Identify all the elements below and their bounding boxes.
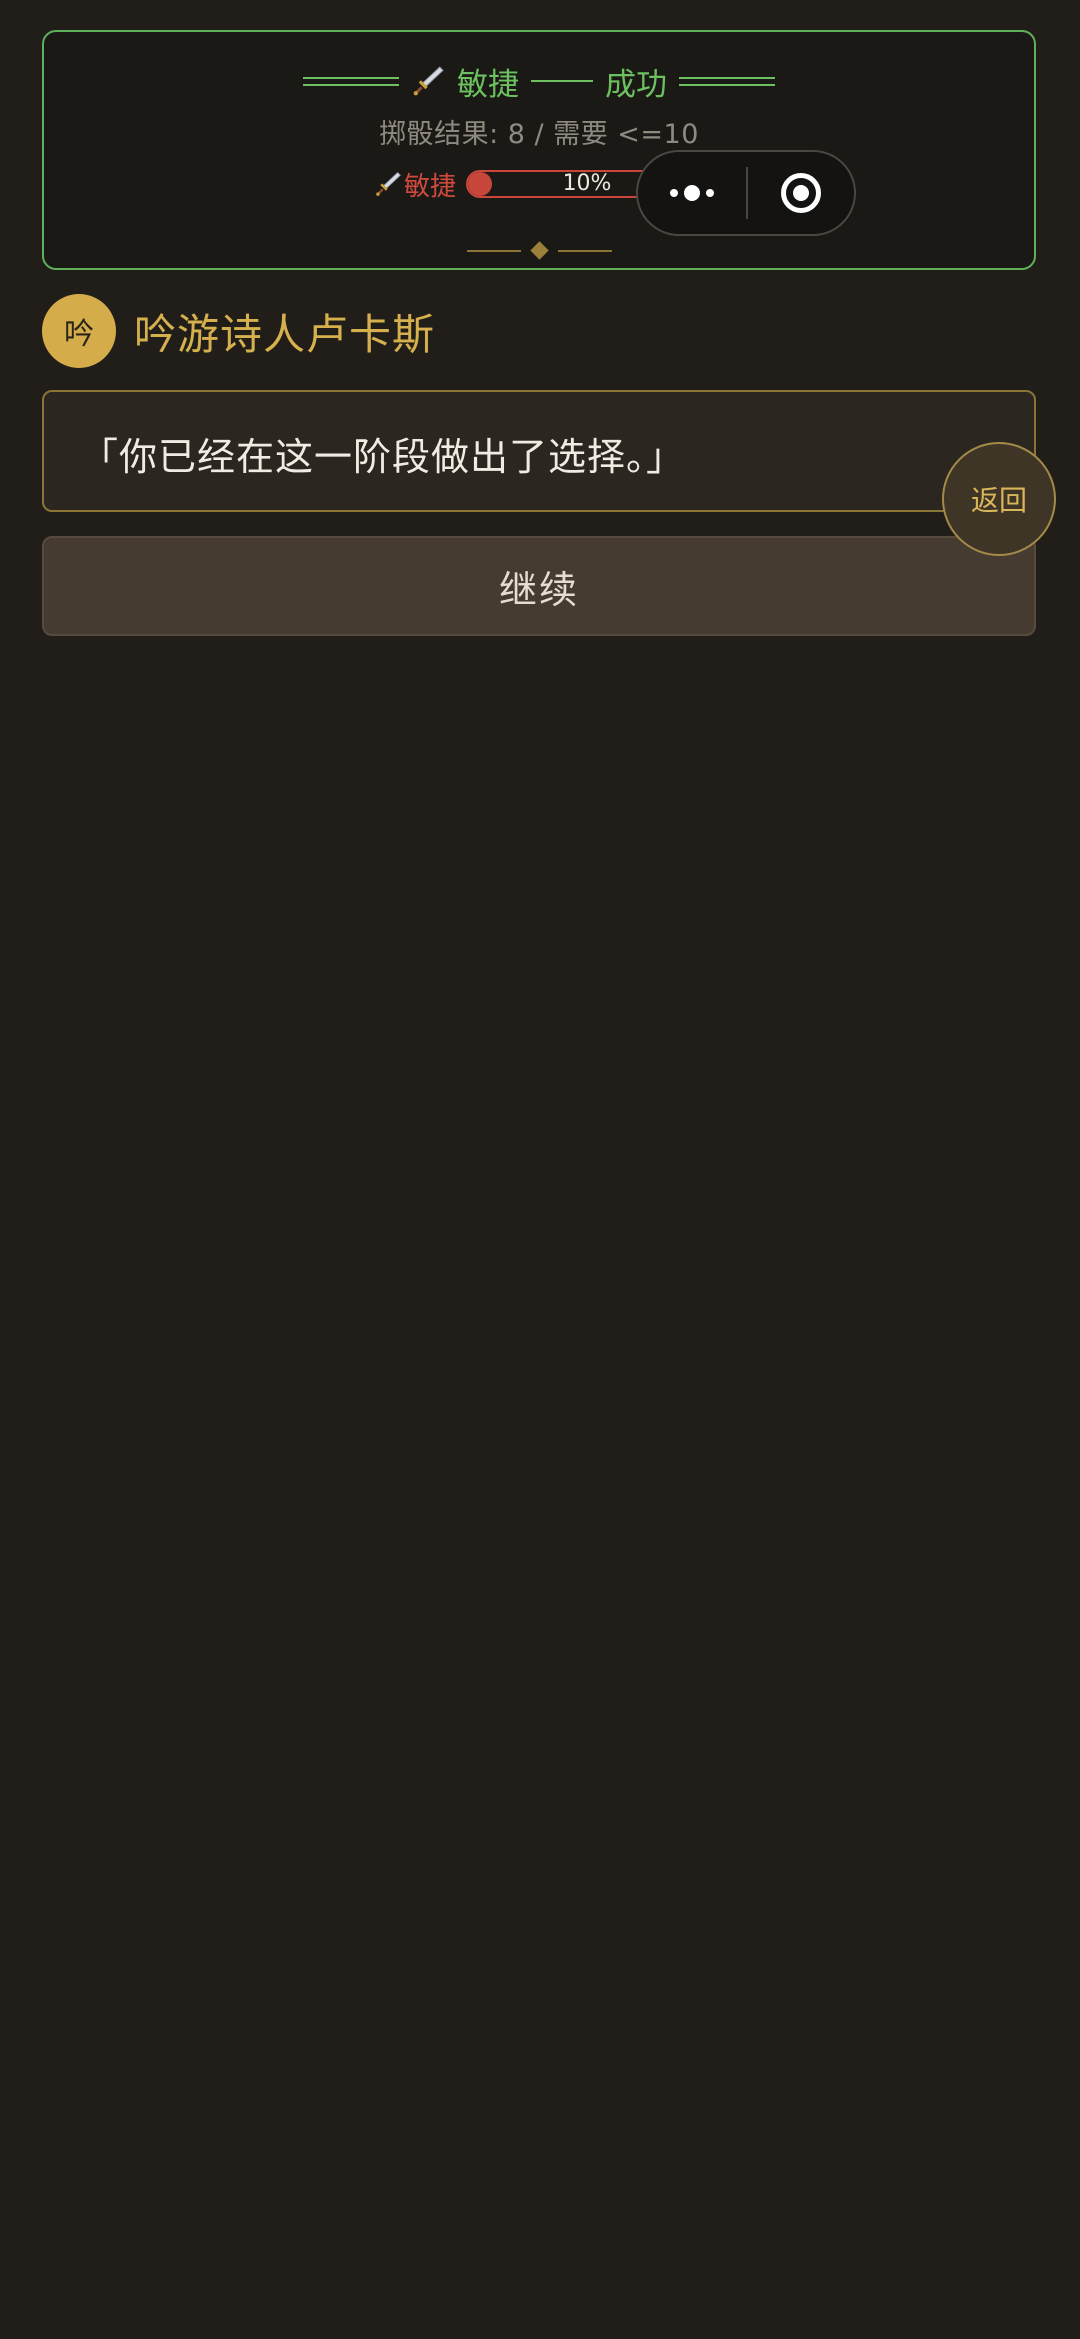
title-right-rule: [679, 76, 775, 86]
target-close-icon-dot: [793, 185, 809, 201]
miniprogram-capsule: [636, 150, 856, 236]
dialogue-box: 「你已经在这一阶段做出了选择。」: [42, 390, 1036, 512]
roll-title: 敏捷 成功: [44, 56, 1034, 106]
roll-result-text: 掷骰结果: 8 / 需要 <=10: [379, 119, 699, 150]
continue-button[interactable]: 继续: [42, 536, 1036, 636]
dagger-icon: [413, 66, 444, 96]
speaker-header: 吟 吟游诗人卢卡斯: [42, 294, 435, 368]
stat-label: 敏捷: [374, 166, 456, 203]
more-dots-icon: [670, 189, 678, 197]
more-button[interactable]: [638, 152, 746, 234]
ornament-right-line: [557, 249, 612, 252]
dagger-icon: [376, 172, 401, 196]
title-left-rule: [303, 76, 399, 86]
title-mid-rule: [531, 80, 593, 82]
dialogue-text: 「你已经在这一阶段做出了选择。」: [80, 435, 686, 479]
speaker-name: 吟游诗人卢卡斯: [134, 309, 436, 359]
divider-ornament: [44, 241, 1034, 260]
ornament-left-line: [466, 249, 521, 252]
avatar: 吟: [42, 294, 116, 368]
close-button[interactable]: [748, 152, 854, 234]
roll-stat-name: 敏捷: [457, 66, 519, 103]
more-dots-icon-right: [706, 189, 714, 197]
roll-outcome: 成功: [605, 66, 667, 103]
stat-label-text: 敏捷: [404, 171, 457, 202]
more-dots-icon-center: [684, 185, 700, 201]
target-close-icon: [781, 173, 821, 213]
back-button[interactable]: 返回: [942, 442, 1056, 556]
diamond-icon: [529, 241, 549, 260]
roll-result-card: 敏捷 成功 掷骰结果: 8 / 需要 <=10 敏捷 10%: [42, 30, 1036, 270]
